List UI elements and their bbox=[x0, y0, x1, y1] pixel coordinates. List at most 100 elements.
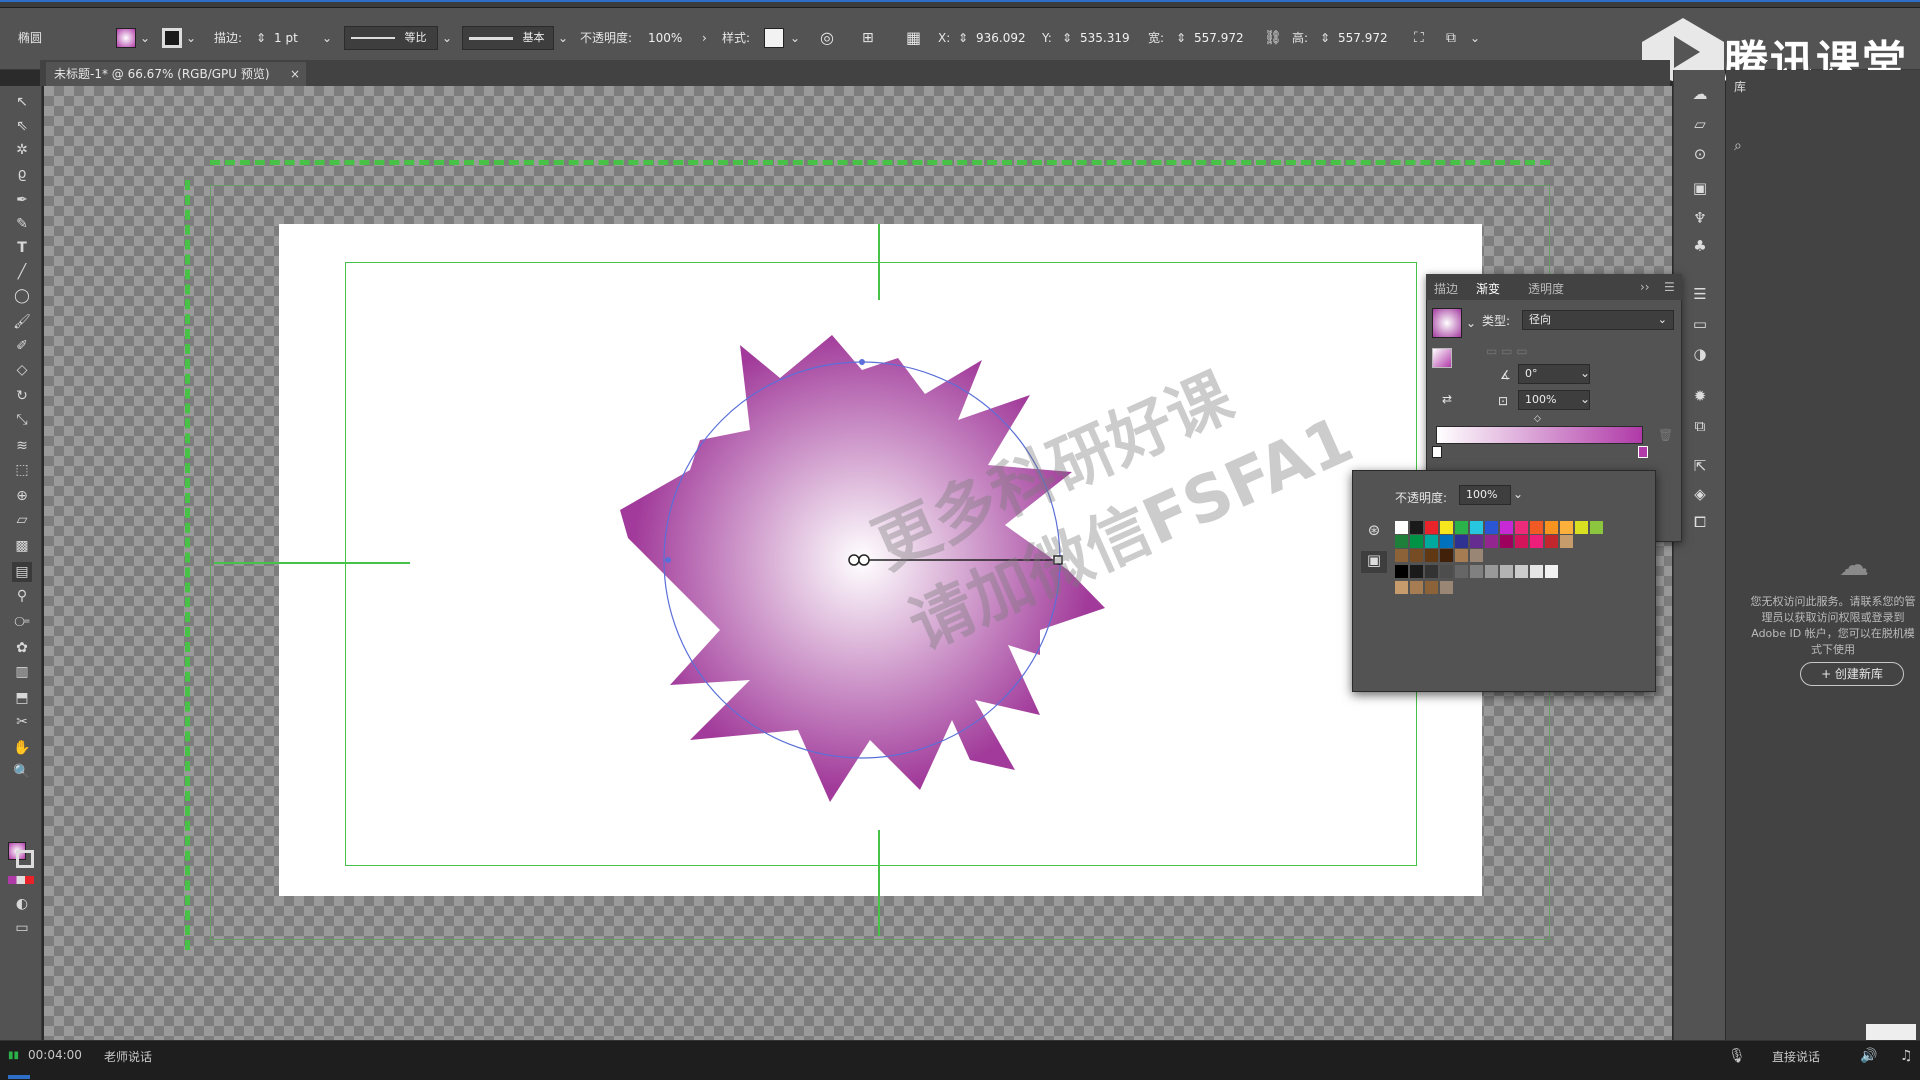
color-swatch[interactable] bbox=[1410, 535, 1423, 548]
chevron-down-icon[interactable]: ⌄ bbox=[1580, 392, 1590, 406]
midpoint-diamond-icon[interactable]: ◇ bbox=[1534, 414, 1541, 424]
graph-tool-icon[interactable]: ▥ bbox=[12, 662, 32, 682]
color-swatch[interactable] bbox=[1410, 521, 1423, 534]
curvature-tool-icon[interactable]: ✎ bbox=[12, 214, 32, 234]
color-swatch[interactable] bbox=[1560, 521, 1573, 534]
arrange-icon[interactable]: ⧉ bbox=[1446, 28, 1456, 48]
gradient-stop-end[interactable] bbox=[1638, 446, 1648, 458]
swatches-icon[interactable]: ▣ bbox=[1361, 551, 1387, 573]
chevron-down-icon[interactable]: ⌄ bbox=[558, 28, 568, 48]
color-swatch[interactable] bbox=[1545, 565, 1558, 578]
tab-stroke[interactable]: 描边 bbox=[1434, 280, 1458, 297]
stroke-gradient-swatch[interactable] bbox=[1432, 348, 1452, 368]
direct-selection-tool-icon[interactable]: ⇖ bbox=[12, 116, 32, 136]
link-icon[interactable]: ⛓ bbox=[1264, 28, 1282, 48]
paintbrush-icon[interactable]: 🖌 bbox=[12, 312, 32, 332]
color-swatch[interactable] bbox=[1485, 535, 1498, 548]
color-swatch[interactable] bbox=[1440, 549, 1453, 562]
artboard-tool-icon[interactable]: ⬒ bbox=[12, 688, 32, 708]
libraries-tab[interactable]: 库 bbox=[1734, 78, 1746, 95]
color-swatch[interactable] bbox=[1425, 581, 1438, 594]
gradient-focus-handle[interactable] bbox=[858, 554, 870, 566]
pen-tool-icon[interactable]: ✒ bbox=[12, 190, 32, 210]
color-swatch[interactable] bbox=[1440, 521, 1453, 534]
color-swatch[interactable] bbox=[1410, 581, 1423, 594]
y-field[interactable]: 535.319 bbox=[1080, 27, 1146, 49]
color-swatch[interactable] bbox=[1470, 565, 1483, 578]
color-swatch[interactable] bbox=[1455, 535, 1468, 548]
transform-icon[interactable]: ⛶ bbox=[1414, 28, 1424, 48]
graphic-styles-icon[interactable]: ⧉ bbox=[1690, 416, 1710, 436]
brushes-icon[interactable]: ♆ bbox=[1690, 208, 1710, 228]
magic-wand-icon[interactable]: ✲ bbox=[12, 140, 32, 160]
music-icon[interactable]: ♫ bbox=[1900, 1048, 1913, 1064]
transform-grid-icon[interactable]: ▦ bbox=[906, 28, 921, 48]
color-swatch[interactable] bbox=[1425, 521, 1438, 534]
color-swatch[interactable] bbox=[1515, 565, 1528, 578]
panel-menu-icon[interactable]: ☰ bbox=[1664, 280, 1675, 294]
stroke-color-icon[interactable] bbox=[16, 850, 34, 868]
color-swatch[interactable] bbox=[1395, 581, 1408, 594]
color-swatch[interactable] bbox=[1470, 549, 1483, 562]
gradient-preview-swatch[interactable] bbox=[1432, 308, 1462, 338]
color-swatch[interactable] bbox=[1485, 565, 1498, 578]
color-swatch[interactable] bbox=[1515, 521, 1528, 534]
chevron-down-icon[interactable]: ⌄ bbox=[1580, 366, 1590, 380]
opacity-field[interactable]: 100% bbox=[648, 27, 698, 49]
chevron-down-icon[interactable]: ⌄ bbox=[790, 28, 800, 48]
stepper-icon[interactable]: ⇕ bbox=[1320, 28, 1330, 48]
draw-mode-icon[interactable]: ◐ bbox=[12, 894, 32, 914]
gradient-tool-icon[interactable]: ▤ bbox=[12, 562, 32, 582]
color-swatch[interactable] bbox=[1395, 535, 1408, 548]
color-swatch[interactable] bbox=[1440, 581, 1453, 594]
color-swatch[interactable] bbox=[1425, 549, 1438, 562]
color-swatch[interactable] bbox=[1410, 565, 1423, 578]
color-picker-icon[interactable]: ⊛ bbox=[1361, 521, 1387, 543]
warp-tool-icon[interactable]: ≋ bbox=[12, 436, 32, 456]
color-swatch[interactable] bbox=[1530, 565, 1543, 578]
color-swatch[interactable] bbox=[1575, 521, 1588, 534]
free-transform-icon[interactable]: ⬚ bbox=[12, 460, 32, 480]
width-field[interactable]: 557.972 bbox=[1194, 27, 1260, 49]
brush-select[interactable]: 基本 bbox=[462, 26, 554, 50]
shaper-tool-icon[interactable]: ✐ bbox=[12, 336, 32, 356]
microphone-icon[interactable]: 🎙 bbox=[1728, 1048, 1746, 1064]
chevron-down-icon[interactable]: ⌄ bbox=[186, 28, 196, 48]
create-library-button[interactable]: + 创建新库 bbox=[1800, 662, 1904, 686]
color-swatch[interactable] bbox=[1545, 535, 1558, 548]
gradient-type-select[interactable]: 径向 ⌄ bbox=[1522, 310, 1674, 330]
stepper-icon[interactable]: ⇕ bbox=[1176, 28, 1186, 48]
color-swatch[interactable] bbox=[1515, 535, 1528, 548]
chevron-down-icon[interactable]: ⌄ bbox=[442, 28, 452, 48]
swatch-opacity-field[interactable]: 100% bbox=[1459, 485, 1511, 505]
close-icon[interactable]: × bbox=[290, 62, 304, 86]
chevron-down-icon[interactable]: ⌄ bbox=[1466, 316, 1476, 330]
color-swatch[interactable] bbox=[1560, 535, 1573, 548]
menu-lines-icon[interactable]: ☰ bbox=[1690, 284, 1710, 304]
chevron-down-icon[interactable]: ⌄ bbox=[1513, 487, 1523, 501]
mesh-tool-icon[interactable]: ▩ bbox=[12, 536, 32, 556]
line-tool-icon[interactable]: ╱ bbox=[12, 262, 32, 282]
slice-tool-icon[interactable]: ✂ bbox=[12, 712, 32, 732]
color-swatch[interactable] bbox=[1455, 549, 1468, 562]
type-tool-icon[interactable]: T bbox=[12, 238, 32, 258]
libraries-icon[interactable]: ☁ bbox=[1690, 84, 1710, 104]
chevron-right-icon[interactable]: › bbox=[702, 28, 707, 48]
color-swatch[interactable] bbox=[1455, 521, 1468, 534]
color-mode-icon[interactable] bbox=[8, 876, 34, 884]
selection-tool-icon[interactable]: ↖ bbox=[12, 92, 32, 112]
volume-icon[interactable]: 🔊 bbox=[1860, 1048, 1877, 1064]
image-trace-icon[interactable]: ▣ bbox=[1690, 178, 1710, 198]
color-swatch[interactable] bbox=[1395, 521, 1408, 534]
ellipse-tool-icon[interactable]: ◯ bbox=[12, 286, 32, 306]
stroke-weight-field[interactable]: 1 pt bbox=[274, 27, 326, 49]
eraser-icon[interactable]: ◇ bbox=[12, 360, 32, 380]
stepper-icon[interactable]: ⇕ bbox=[958, 28, 968, 48]
gradient-slider[interactable] bbox=[1436, 426, 1643, 444]
scale-tool-icon[interactable]: ⤡ bbox=[12, 410, 32, 430]
color-swatch[interactable] bbox=[1425, 535, 1438, 548]
color-swatch[interactable] bbox=[1530, 521, 1543, 534]
color-swatch[interactable] bbox=[1530, 535, 1543, 548]
reverse-gradient-icon[interactable]: ⇄ bbox=[1442, 392, 1452, 406]
gradient-stop-start[interactable] bbox=[1432, 446, 1442, 458]
